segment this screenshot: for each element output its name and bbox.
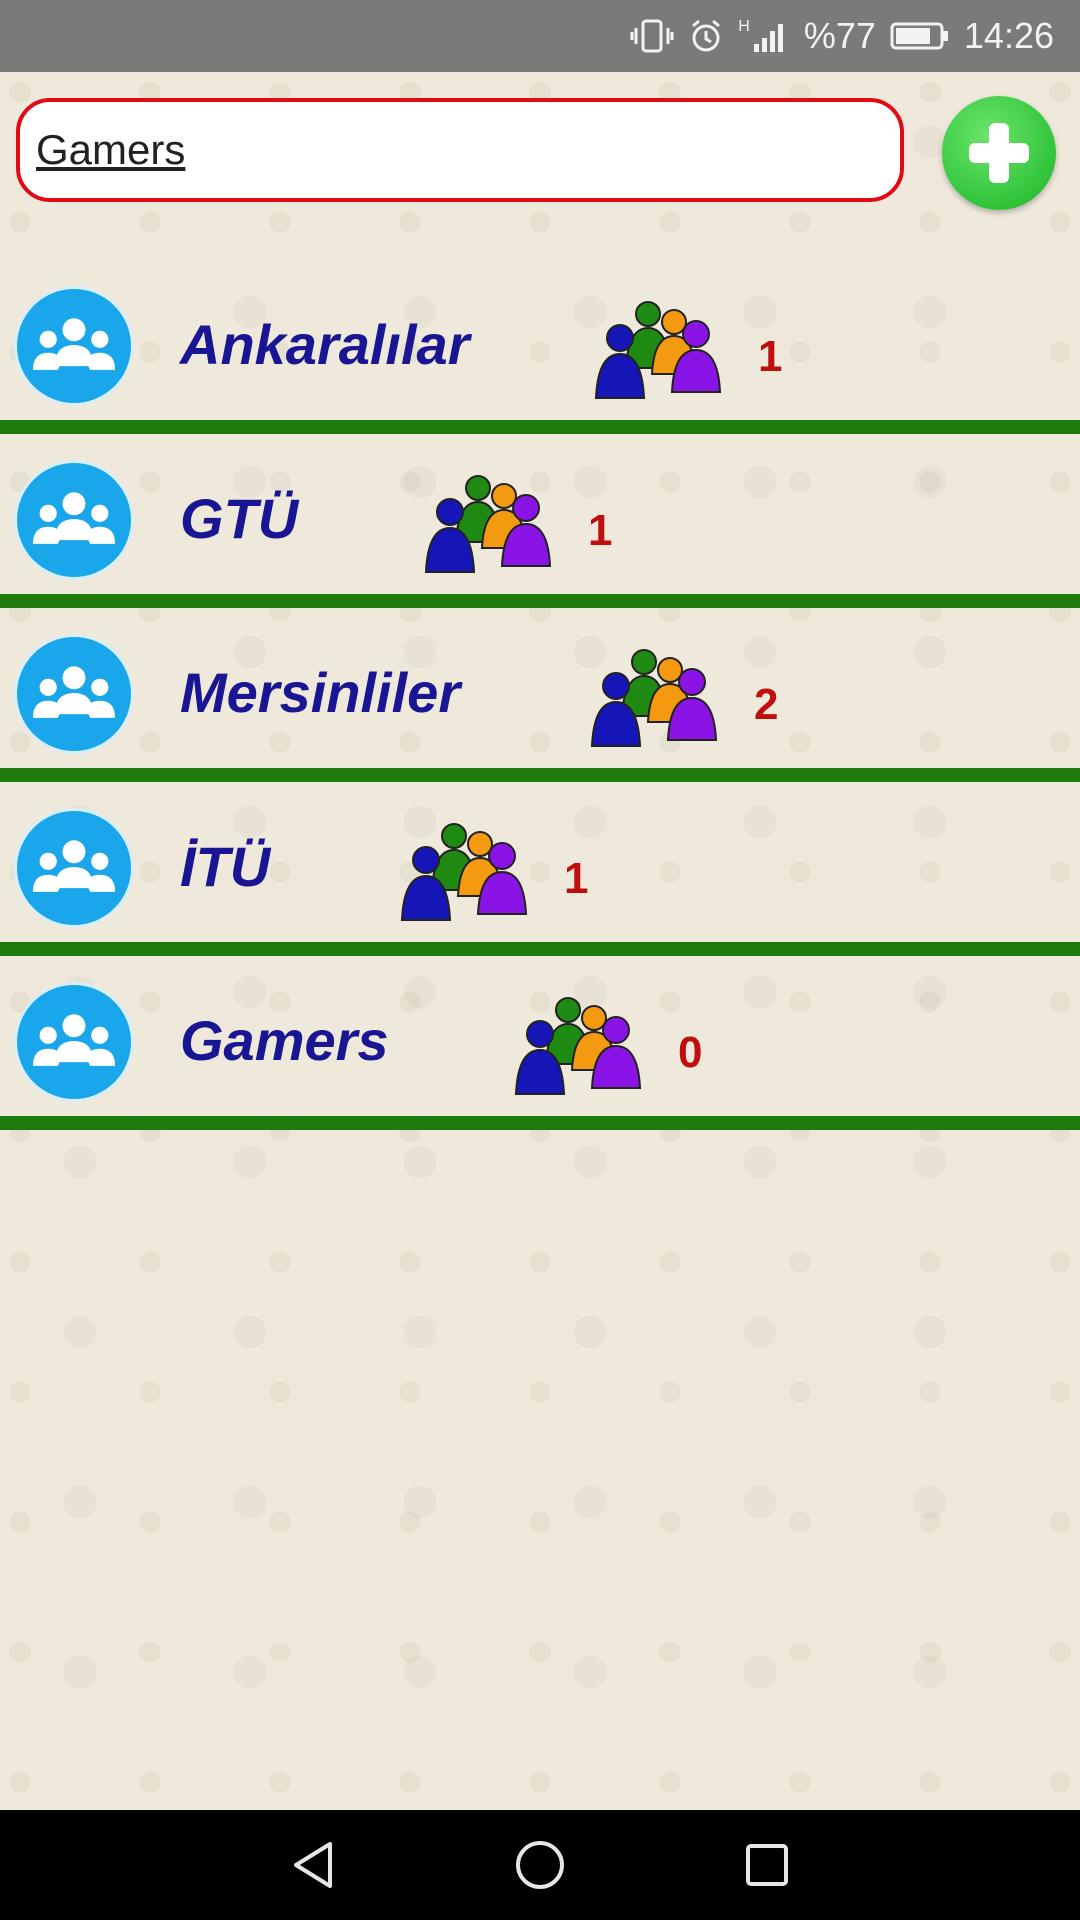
member-count: 1 bbox=[564, 854, 589, 903]
group-avatar-icon bbox=[14, 286, 134, 406]
members-icon bbox=[506, 994, 656, 1098]
row-divider bbox=[0, 1116, 1080, 1130]
member-count: 0 bbox=[678, 1028, 703, 1077]
search-box bbox=[16, 98, 904, 202]
members-icon bbox=[582, 646, 732, 750]
clock: 14:26 bbox=[963, 15, 1054, 56]
group-name-input[interactable] bbox=[34, 125, 858, 175]
network-type-label: H bbox=[738, 18, 750, 35]
add-group-button[interactable] bbox=[942, 96, 1056, 210]
group-name: Mersinliler bbox=[180, 661, 461, 724]
battery-percent: %77 bbox=[803, 15, 876, 56]
group-name: İTÜ bbox=[180, 835, 271, 898]
row-divider bbox=[0, 594, 1080, 608]
battery-icon bbox=[890, 21, 950, 51]
recents-icon[interactable] bbox=[732, 1830, 802, 1900]
group-avatar-icon bbox=[14, 634, 134, 754]
members-icon bbox=[586, 298, 736, 402]
status-bar: H %77 14:26 bbox=[0, 0, 1080, 72]
group-avatar-icon bbox=[14, 808, 134, 928]
group-name: GTÜ bbox=[180, 487, 299, 550]
back-icon[interactable] bbox=[278, 1830, 348, 1900]
group-row[interactable]: İTÜ 1 bbox=[0, 782, 1080, 956]
group-list: Ankaralılar 1 GTÜ 1 Mersinliler 2 İTÜ 1 Gamers 0 bbox=[0, 260, 1080, 1130]
group-row[interactable]: Mersinliler 2 bbox=[0, 608, 1080, 782]
group-row[interactable]: GTÜ 1 bbox=[0, 434, 1080, 608]
row-divider bbox=[0, 942, 1080, 956]
group-name: Ankaralılar bbox=[180, 313, 470, 376]
group-avatar-icon bbox=[14, 460, 134, 580]
home-icon[interactable] bbox=[505, 1830, 575, 1900]
navigation-bar bbox=[0, 1810, 1080, 1920]
members-icon bbox=[392, 820, 542, 924]
row-divider bbox=[0, 768, 1080, 782]
group-name: Gamers bbox=[180, 1009, 389, 1072]
row-divider bbox=[0, 420, 1080, 434]
group-avatar-icon bbox=[14, 982, 134, 1102]
plus-icon bbox=[969, 123, 1029, 183]
alarm-icon bbox=[688, 18, 724, 54]
members-icon bbox=[416, 472, 566, 576]
member-count: 1 bbox=[588, 506, 613, 555]
member-count: 2 bbox=[754, 680, 779, 729]
search-row bbox=[0, 92, 1080, 218]
member-count: 1 bbox=[758, 332, 783, 381]
group-row[interactable]: Gamers 0 bbox=[0, 956, 1080, 1130]
vibrate-icon bbox=[630, 18, 674, 54]
signal-icon: H bbox=[738, 18, 790, 54]
group-row[interactable]: Ankaralılar 1 bbox=[0, 260, 1080, 434]
